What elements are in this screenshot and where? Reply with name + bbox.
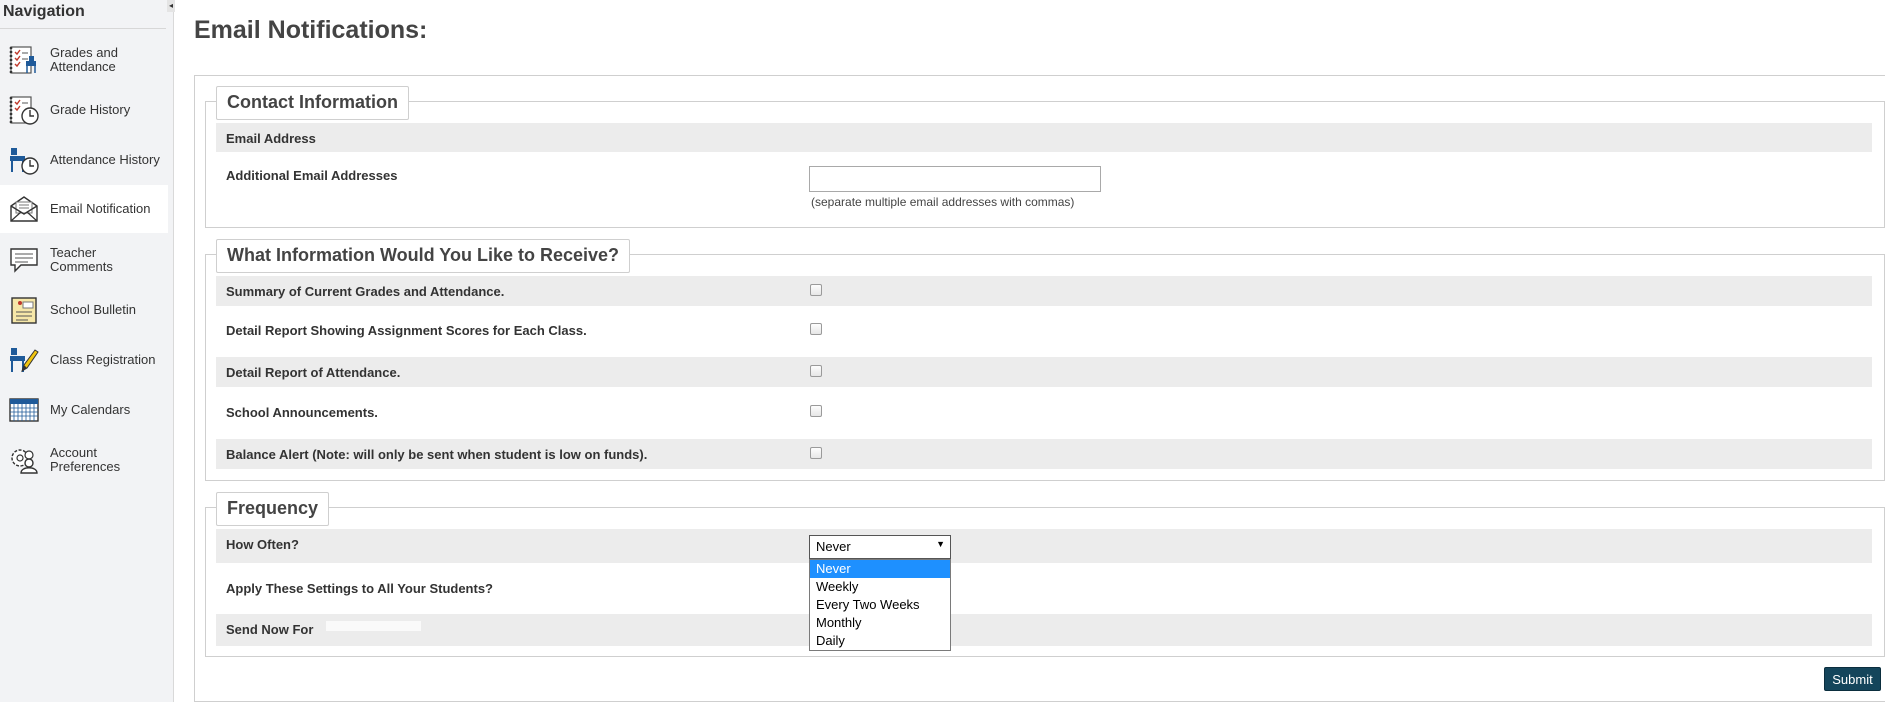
additional-email-input[interactable] [809,166,1101,192]
calendar-icon [9,398,39,422]
frequency-option-never[interactable]: Never [810,560,950,578]
page-title: Email Notifications: [194,16,428,44]
send-now-row: Send Now For [216,614,1872,646]
info-option-label: Detail Report of Attendance. [226,365,401,380]
assignment-scores-checkbox[interactable] [810,323,822,335]
email-address-row: Email Address [216,123,1872,152]
info-option-row: Detail Report Showing Assignment Scores … [216,314,1872,348]
info-option-row: Summary of Current Grades and Attendance… [216,276,1872,306]
additional-email-label: Additional Email Addresses [226,168,398,183]
info-option-label: Balance Alert (Note: will only be sent w… [226,447,648,462]
how-often-selected-value: Never [816,539,851,554]
how-often-dropdown-list: Never Weekly Every Two Weeks Monthly Dai… [809,559,951,651]
sidebar-item-label: My Calendars [50,402,131,417]
frequency-legend: Frequency [216,492,330,526]
how-often-select[interactable]: Never ▼ [809,535,951,559]
information-legend: What Information Would You Like to Recei… [216,239,631,273]
sidebar-item-label: Attendance History [50,152,160,167]
redacted-student-name [326,621,421,631]
sidebar-item-school-bulletin[interactable]: School Bulletin [0,286,168,334]
sidebar-item-label: School Bulletin [50,302,136,317]
summary-grades-checkbox[interactable] [810,284,822,296]
navigation-title: Navigation [3,3,85,20]
sidebar-item-label: Grade History [50,102,131,117]
info-option-label: School Announcements. [226,405,378,420]
info-option-row: Detail Report of Attendance. [216,357,1872,387]
frequency-option-monthly[interactable]: Monthly [810,614,950,632]
info-option-label: Detail Report Showing Assignment Scores … [226,323,587,338]
sidebar-item-attendance-history[interactable]: Attendance History [0,136,168,184]
school-announcements-checkbox[interactable] [810,405,822,417]
how-often-row: How Often? [216,529,1872,563]
navigation-divider [0,28,166,29]
info-option-row: Balance Alert (Note: will only be sent w… [216,439,1872,469]
speech-bubble-icon [10,248,38,273]
collapse-sidebar-button[interactable]: ◂ [167,0,175,12]
dropdown-arrow-icon: ▼ [936,539,945,549]
gradebook-icon [9,46,36,74]
frequency-option-daily[interactable]: Daily [810,632,950,650]
send-now-label: Send Now For [226,622,314,637]
sidebar-item-label: Grades and Attendance [50,45,118,74]
sidebar-item-label: Email Notification [50,201,151,216]
email-address-label: Email Address [226,131,316,146]
attendance-history-icon [10,148,39,175]
how-often-label: How Often? [226,537,299,552]
contact-information-legend: Contact Information [216,86,409,120]
frequency-option-weekly[interactable]: Weekly [810,578,950,596]
email-hint-text: (separate multiple email addresses with … [811,195,1075,209]
sidebar-item-account-preferences[interactable]: Account Preferences [0,436,168,484]
sidebar-item-label: Account Preferences [50,445,121,474]
navigation-sidebar: Navigation ◂ Grades and Attendance Grade… [0,0,175,702]
envelope-icon [10,196,38,222]
submit-button[interactable]: Submit [1824,667,1881,691]
sidebar-item-grades-and-attendance[interactable]: Grades and Attendance [0,36,168,84]
preferences-icon [11,449,38,474]
sidebar-item-my-calendars[interactable]: My Calendars [0,386,168,434]
apply-settings-row: Apply These Settings to All Your Student… [216,572,1872,604]
sidebar-item-email-notification[interactable]: Email Notification [0,185,168,233]
bulletin-icon [11,297,37,324]
sidebar-item-class-registration[interactable]: Class Registration [0,336,168,384]
info-option-label: Summary of Current Grades and Attendance… [226,284,505,299]
grade-history-icon [9,96,39,125]
sidebar-item-label: Class Registration [50,352,156,367]
info-option-row: School Announcements. [216,396,1872,430]
attendance-report-checkbox[interactable] [810,365,822,377]
balance-alert-checkbox[interactable] [810,447,822,459]
sidebar-item-label: Teacher Comments [50,245,113,274]
sidebar-item-grade-history[interactable]: Grade History [0,86,168,134]
sidebar-item-teacher-comments[interactable]: Teacher Comments [0,236,168,284]
registration-pencil-icon [10,348,39,373]
frequency-option-every-two-weeks[interactable]: Every Two Weeks [810,596,950,614]
apply-settings-label: Apply These Settings to All Your Student… [226,581,494,596]
